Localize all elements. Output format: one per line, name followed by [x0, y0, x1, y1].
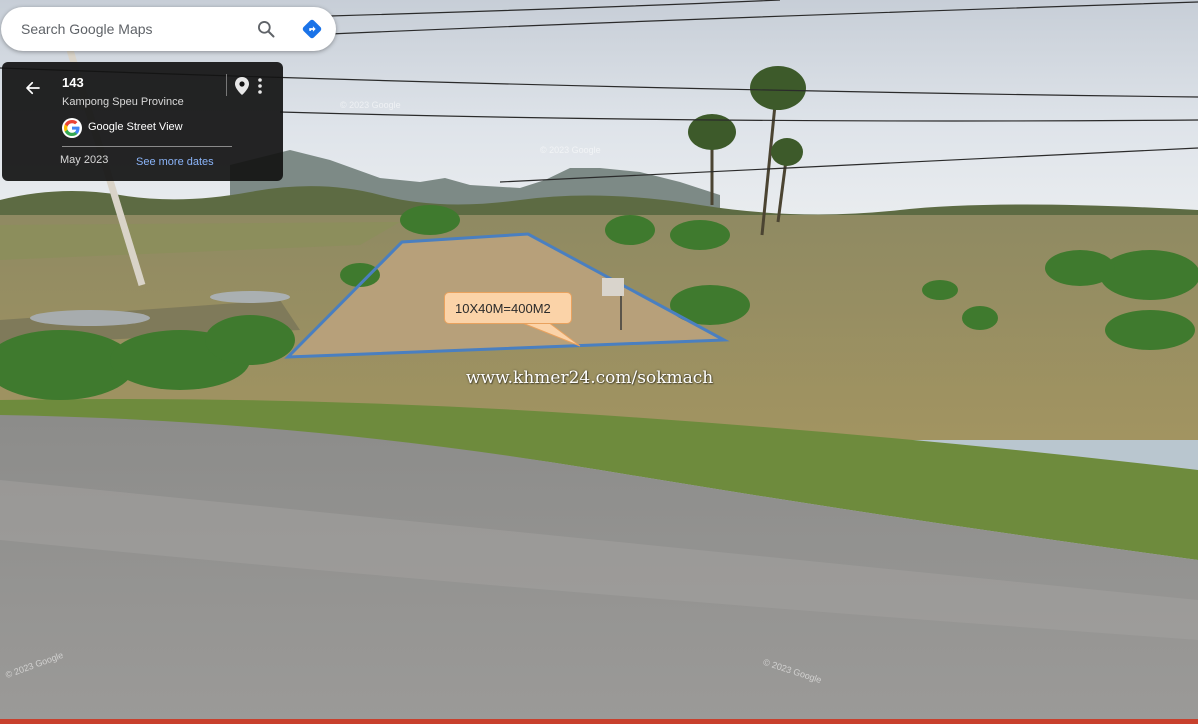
- search-button[interactable]: [251, 15, 281, 43]
- google-g-icon: [62, 118, 82, 138]
- place-title: 143: [62, 75, 84, 90]
- copyright-mark: © 2023 Google: [340, 100, 401, 110]
- search-input[interactable]: [19, 20, 253, 38]
- street-view-label: Google Street View: [88, 121, 183, 133]
- street-view-info-card: 143 Kampong Speu Province Google Street …: [2, 62, 283, 181]
- place-subtitle: Kampong Speu Province: [62, 96, 184, 108]
- bottom-strip: [0, 719, 1198, 724]
- more-options-button[interactable]: [253, 75, 267, 97]
- location-pin-button[interactable]: [233, 75, 251, 97]
- directions-icon: [302, 19, 322, 39]
- see-more-dates-link[interactable]: See more dates: [136, 156, 214, 168]
- back-arrow-icon: [26, 81, 40, 95]
- location-pin-icon: [235, 77, 249, 95]
- divider: [62, 146, 232, 147]
- area-callout: 10X40M=400M2: [444, 292, 572, 324]
- search-box[interactable]: [1, 7, 336, 51]
- divider: [226, 74, 227, 96]
- copyright-mark: © 2023 Google: [540, 145, 601, 155]
- watermark: www.khmer24.com/sokmach: [466, 368, 714, 388]
- search-icon: [258, 21, 275, 38]
- capture-date: May 2023: [60, 154, 109, 166]
- more-vert-icon: [258, 78, 262, 94]
- back-button[interactable]: [20, 77, 46, 99]
- directions-button[interactable]: [297, 15, 327, 43]
